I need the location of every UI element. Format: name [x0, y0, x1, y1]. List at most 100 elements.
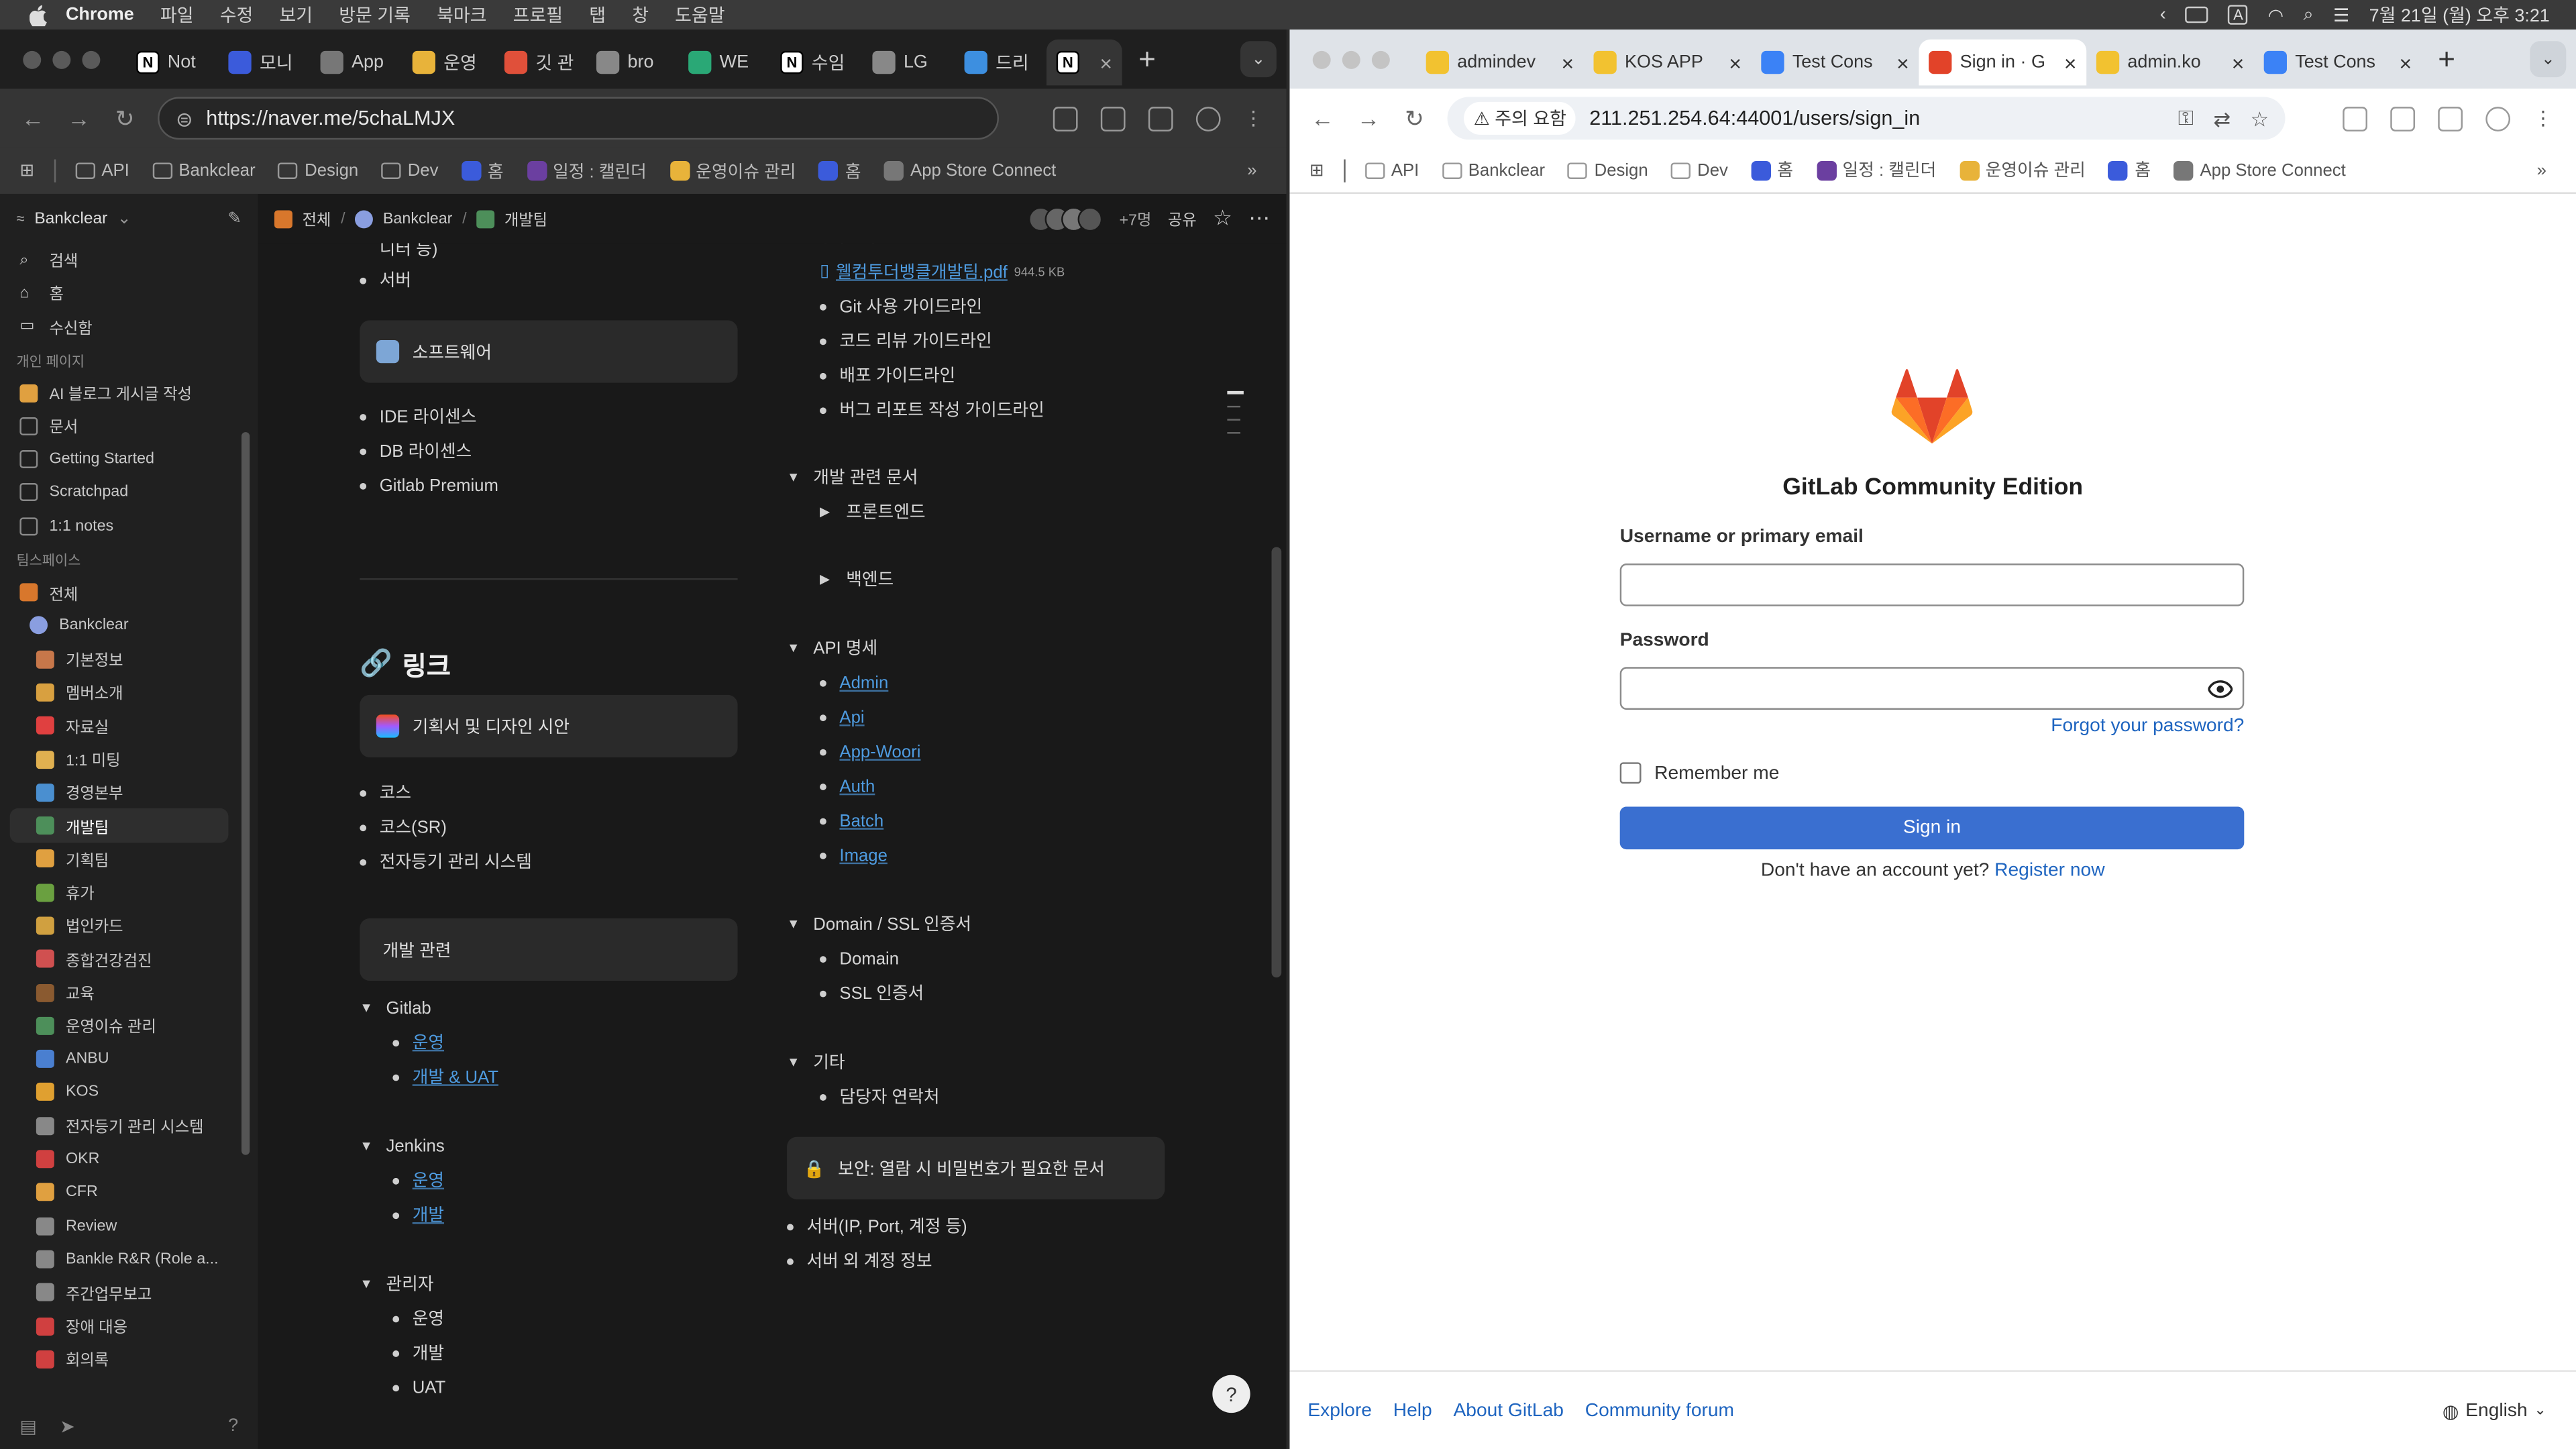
- browser-tab[interactable]: KOS APP ×: [1584, 40, 1752, 86]
- sidebar-item-team-page[interactable]: 1:1 미팅: [0, 743, 258, 776]
- browser-tab[interactable]: 깃 관: [494, 40, 586, 86]
- bookmark-star-icon[interactable]: ☆: [2251, 106, 2269, 130]
- sidebar-item-bankclear[interactable]: Bankclear: [0, 609, 258, 643]
- browser-tab[interactable]: N 수임: [771, 40, 863, 86]
- notion-ai-help-button[interactable]: ?: [1212, 1375, 1250, 1413]
- browser-tab[interactable]: 운영: [402, 40, 494, 86]
- screenshot-icon[interactable]: [1053, 105, 1078, 131]
- bookmark-item[interactable]: 일정 : 캘린더: [526, 158, 647, 183]
- back-arrow-icon[interactable]: ←: [1309, 105, 1336, 131]
- menu-history[interactable]: 방문 기록: [339, 1, 411, 28]
- close-tab-icon[interactable]: ×: [2222, 50, 2245, 75]
- wifi-icon[interactable]: ◠: [2268, 4, 2284, 25]
- list-item[interactable]: Batch: [820, 804, 1181, 838]
- more-menu-icon[interactable]: ⋮: [1244, 107, 1263, 129]
- translate-icon[interactable]: ⇄: [2214, 106, 2231, 130]
- close-window-button[interactable]: [1312, 50, 1331, 68]
- new-page-icon[interactable]: ✎: [227, 209, 241, 227]
- address-bar[interactable]: ⚠ 주의 요함 211.251.254.64:44001/users/sign_i…: [1447, 97, 2286, 140]
- list-item[interactable]: App-Woori: [820, 735, 1181, 769]
- close-tab-icon[interactable]: ×: [1090, 50, 1112, 75]
- footer-link-explore[interactable]: Explore: [1307, 1401, 1372, 1420]
- list-item[interactable]: 개발 & UAT: [392, 1060, 737, 1094]
- sidebar-item-team-page[interactable]: 자료실: [0, 709, 258, 743]
- apps-grid-icon[interactable]: ⊞: [19, 161, 34, 180]
- sidebar-item-team-page[interactable]: KOS: [0, 1076, 258, 1110]
- sidebar-item-team-page[interactable]: 회의록: [0, 1342, 258, 1376]
- bookmark-item[interactable]: Dev: [381, 161, 438, 180]
- backend-toggle[interactable]: ▶ 백엔드: [787, 562, 1181, 596]
- close-tab-icon[interactable]: ×: [1886, 50, 1909, 75]
- forward-arrow-icon[interactable]: →: [1355, 105, 1381, 131]
- sidebar-item-team-page[interactable]: 휴가: [0, 875, 258, 909]
- password-key-icon[interactable]: ⚿: [2178, 106, 2194, 131]
- close-tab-icon[interactable]: ×: [2390, 50, 2412, 75]
- list-item[interactable]: 운영: [392, 1025, 737, 1059]
- extensions-icon[interactable]: [1100, 105, 1126, 131]
- footer-link-about[interactable]: About GitLab: [1454, 1401, 1564, 1420]
- footer-link-forum[interactable]: Community forum: [1585, 1401, 1734, 1420]
- browser-tab[interactable]: admin.ko ×: [2086, 40, 2254, 86]
- browser-tab[interactable]: 모니: [219, 40, 311, 86]
- help-icon[interactable]: ?: [228, 1416, 238, 1436]
- sidebar-scrollbar[interactable]: [241, 432, 250, 1155]
- admin-toggle[interactable]: ▼ 관리자: [360, 1267, 737, 1301]
- browser-tab[interactable]: App: [311, 40, 402, 86]
- language-selector[interactable]: ◍ English ⌄: [2443, 1399, 2546, 1422]
- breadcrumb-item[interactable]: 개발팀: [504, 207, 547, 230]
- sidebar-item-team-page[interactable]: 종합건강검진: [0, 943, 258, 976]
- control-center-icon[interactable]: ☰: [2333, 4, 2349, 25]
- breadcrumb-item[interactable]: 전체: [303, 207, 331, 230]
- software-callout[interactable]: 소프트웨어: [360, 320, 738, 383]
- new-tab-button[interactable]: +: [1138, 42, 1156, 76]
- browser-tab[interactable]: Sign in · G ×: [1919, 39, 2087, 86]
- forward-arrow-icon[interactable]: →: [66, 105, 92, 131]
- api-toggle[interactable]: ▼ API 명세: [787, 631, 1181, 665]
- sidebar-item-team-page[interactable]: 개발팀: [9, 809, 229, 843]
- sidebar-item-team-page[interactable]: 주간업무보고: [0, 1276, 258, 1309]
- minimize-window-button[interactable]: [52, 50, 71, 68]
- menu-window[interactable]: 창: [632, 1, 649, 28]
- bookmark-item[interactable]: 홈: [818, 158, 861, 183]
- sidebar-item-team-page[interactable]: 전자등기 관리 시스템: [0, 1109, 258, 1142]
- browser-tab[interactable]: LG: [863, 40, 955, 86]
- browser-tab[interactable]: Test Cons ×: [2254, 40, 2422, 86]
- etc-toggle[interactable]: ▼ 기타: [787, 1045, 1181, 1079]
- bookmark-item[interactable]: Bankclear: [1442, 160, 1545, 180]
- list-item[interactable]: 개발: [392, 1197, 737, 1232]
- sidebar-item-team-page[interactable]: Review: [0, 1209, 258, 1242]
- jenkins-toggle[interactable]: ▼ Jenkins: [360, 1128, 737, 1163]
- list-item[interactable]: 운영: [392, 1163, 737, 1197]
- sidebar-item-team-page[interactable]: 경영본부: [0, 775, 258, 809]
- sidebar-item-team-page[interactable]: 법인카드: [0, 909, 258, 943]
- sign-in-button[interactable]: Sign in: [1619, 806, 2245, 850]
- bookmark-item[interactable]: 운영이슈 관리: [669, 158, 796, 183]
- menubar-app-name[interactable]: Chrome: [66, 5, 134, 24]
- breadcrumb-item[interactable]: Bankclear: [383, 209, 452, 227]
- close-tab-icon[interactable]: ×: [1719, 50, 1741, 75]
- footer-link-help[interactable]: Help: [1393, 1401, 1432, 1420]
- register-link[interactable]: Register now: [1994, 861, 2104, 880]
- bookmark-item[interactable]: App Store Connect: [2174, 160, 2346, 180]
- dev-callout[interactable]: 개발 관련: [360, 918, 738, 981]
- send-icon[interactable]: ➤: [60, 1415, 75, 1436]
- tab-search-button[interactable]: ⌄: [2530, 41, 2567, 78]
- spotlight-icon[interactable]: ⌕: [2304, 4, 2314, 25]
- reload-icon[interactable]: ↻: [1401, 105, 1428, 133]
- more-menu-icon[interactable]: ⋮: [2533, 107, 2553, 129]
- domain-toggle[interactable]: ▼ Domain / SSL 인증서: [787, 907, 1181, 941]
- apple-menu-icon[interactable]: [26, 3, 49, 26]
- devdocs-toggle[interactable]: ▼ 개발 관련 문서: [787, 460, 1181, 494]
- sidebar-item-전체[interactable]: 전체: [0, 576, 258, 609]
- password-input[interactable]: [1619, 667, 2245, 710]
- figma-callout[interactable]: 기획서 및 디자인 시안: [360, 694, 738, 757]
- back-arrow-icon[interactable]: ←: [19, 105, 46, 131]
- site-info-icon[interactable]: ⊜: [176, 106, 193, 130]
- show-password-eye-icon[interactable]: [2206, 677, 2233, 700]
- star-icon[interactable]: ☆: [1213, 205, 1232, 231]
- sidebar-item-team-page[interactable]: 장애 대응: [0, 1309, 258, 1343]
- menubar-clock[interactable]: 7월 21일 (월) 오후 3:21: [2369, 1, 2550, 28]
- menu-edit[interactable]: 수정: [220, 1, 254, 28]
- close-tab-icon[interactable]: ×: [1552, 50, 1574, 75]
- collaborator-avatars[interactable]: [1028, 206, 1103, 231]
